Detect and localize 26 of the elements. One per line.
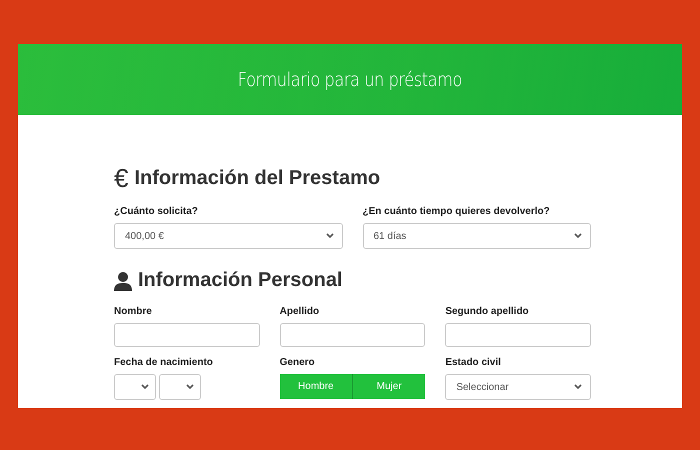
section-title: Información del Prestamo xyxy=(134,167,380,190)
chevron-icon xyxy=(141,384,149,390)
input-field[interactable] xyxy=(445,323,591,347)
input-field[interactable] xyxy=(114,323,260,347)
field-label: Fecha de nacimiento xyxy=(114,357,214,368)
page-title: Formulario para un préstamo xyxy=(238,68,462,90)
field-label: ¿Cuánto solicita? xyxy=(114,206,199,217)
field-label: Apellido xyxy=(280,306,320,317)
select-field[interactable]: 61 días xyxy=(362,223,591,249)
day-select[interactable] xyxy=(114,374,156,400)
euro-icon: € xyxy=(114,163,128,194)
field-label: ¿En cuánto tiempo quieres devolverlo? xyxy=(362,206,551,217)
chevron-icon xyxy=(326,233,334,239)
field-label: Estado civil xyxy=(445,357,502,368)
field-label: Nombre xyxy=(114,306,153,317)
field-label: Genero xyxy=(280,357,316,368)
chevron-icon xyxy=(574,233,582,239)
input-field[interactable] xyxy=(280,323,426,347)
field-label: Segundo apellido xyxy=(445,306,530,317)
chevron-icon xyxy=(574,384,582,390)
month-select[interactable] xyxy=(159,374,201,400)
select-field[interactable]: 400,00 € xyxy=(114,223,342,249)
chevron-icon xyxy=(186,384,194,390)
select-field[interactable]: Seleccionar xyxy=(445,374,591,400)
section-title: Información Personal xyxy=(138,269,342,292)
person-icon xyxy=(114,270,132,290)
